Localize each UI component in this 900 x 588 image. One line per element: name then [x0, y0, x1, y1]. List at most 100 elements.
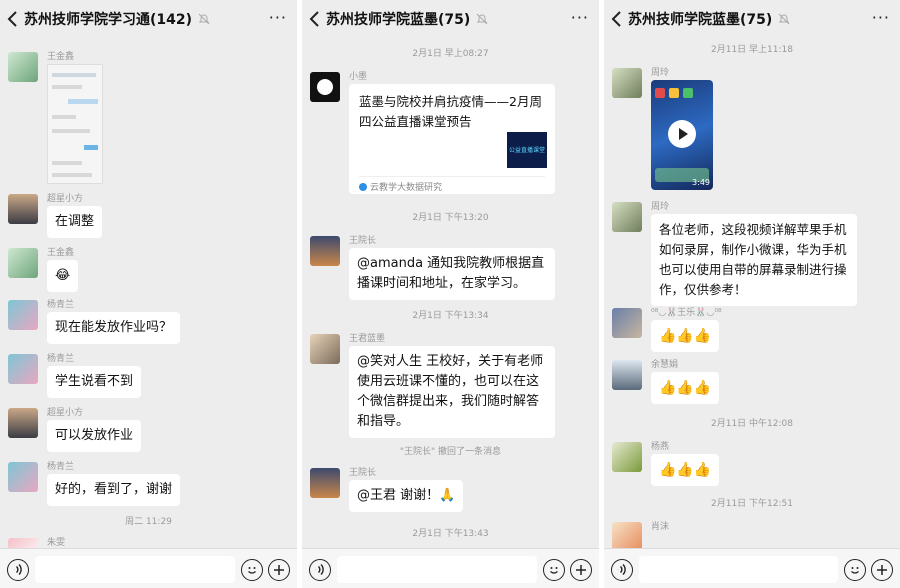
input-bar [604, 548, 900, 588]
link-thumbnail: 公益直播课堂 [507, 132, 547, 168]
message-bubble[interactable]: @amanda 通知我院教师根据直播课时间和地址，在家学习。 [349, 248, 555, 300]
avatar[interactable] [8, 538, 38, 548]
video-message[interactable]: 3:49 [651, 80, 713, 190]
chat-title: 苏州技师学院蓝墨(75) [326, 12, 471, 28]
sender-name: 周玲 [651, 68, 670, 78]
avatar[interactable] [612, 308, 642, 338]
thumbnail-text: 公益直播课堂 [509, 147, 546, 154]
plus-icon[interactable] [268, 559, 290, 581]
mute-bell-icon [198, 13, 210, 25]
video-duration: 3:49 [692, 178, 710, 187]
sender-name: 杨燕 [651, 442, 670, 452]
emoji-icon[interactable] [241, 559, 263, 581]
avatar[interactable] [8, 248, 38, 278]
avatar[interactable] [612, 202, 642, 232]
message-bubble[interactable]: 可以发放作业 [47, 420, 142, 452]
link-title: 蓝墨与院校并肩抗疫情——2月周四公益直播课堂预告 [359, 94, 542, 129]
avatar[interactable] [310, 236, 340, 266]
recall-notice: "王院长" 撤回了一条消息 [399, 447, 502, 457]
voice-icon[interactable] [309, 559, 331, 581]
timestamp: 周二 11:29 [125, 517, 172, 527]
message-bubble[interactable]: @笑对人生 王校好，关于有老师使用云班课不懂的，也可以在这个微信群提出来，我们随… [349, 346, 555, 438]
sender-name: 周玲 [651, 202, 670, 212]
sender-name: 王金鑫 [47, 248, 75, 258]
avatar[interactable] [612, 360, 642, 390]
back-icon[interactable] [0, 0, 24, 38]
mute-bell-icon [778, 13, 790, 25]
avatar[interactable] [612, 522, 642, 548]
chat-header: 苏州技师学院学习通(142) [0, 0, 297, 38]
chat-title: 苏州技师学院学习通(142) [24, 12, 193, 28]
back-icon[interactable] [604, 0, 628, 38]
more-options-icon[interactable]: ··· [872, 10, 890, 26]
message-bubble[interactable]: 👍👍👍 [651, 454, 720, 486]
source-logo-icon [359, 183, 367, 191]
voice-icon[interactable] [7, 559, 29, 581]
back-icon[interactable] [302, 0, 326, 38]
link-source-name: 云教学大数据研究 [370, 183, 443, 193]
emoji-icon[interactable] [844, 559, 866, 581]
chat-header: 苏州技师学院蓝墨(75) [604, 0, 900, 38]
avatar[interactable] [8, 194, 38, 224]
avatar[interactable] [612, 68, 642, 98]
play-icon[interactable] [668, 120, 696, 148]
avatar[interactable] [8, 354, 38, 384]
timestamp: 2月11日 早上11:18 [711, 45, 793, 55]
sender-name: 王金鑫 [47, 52, 75, 62]
more-options-icon[interactable]: ··· [571, 10, 589, 26]
chat-header: 苏州技师学院蓝墨(75) [302, 0, 599, 38]
plus-icon[interactable] [570, 559, 592, 581]
sender-name: ⁰⁸◡🐰王乐🐰◡⁰⁸ [651, 308, 722, 318]
avatar[interactable] [8, 300, 38, 330]
message-bubble[interactable]: 😂 [47, 260, 79, 292]
avatar[interactable] [310, 468, 340, 498]
sender-name: 余慧娟 [651, 360, 679, 370]
link-card[interactable]: 蓝墨与院校并肩抗疫情——2月周四公益直播课堂预告 公益直播课堂 云教学大数据研究 [349, 84, 555, 194]
more-options-icon[interactable]: ··· [269, 10, 287, 26]
voice-icon[interactable] [611, 559, 633, 581]
sender-name: 杨青兰 [47, 300, 75, 310]
sender-name: 杨青兰 [47, 462, 75, 472]
input-bar [0, 548, 297, 588]
avatar[interactable] [8, 408, 38, 438]
plus-icon[interactable] [871, 559, 893, 581]
sender-name: 王院长 [349, 236, 377, 246]
timestamp: 2月1日 下午13:34 [412, 311, 489, 321]
message-bubble[interactable]: 👍👍👍 [651, 320, 720, 352]
message-input[interactable] [35, 556, 235, 583]
avatar[interactable] [612, 442, 642, 472]
message-bubble[interactable]: 各位老师，这段视频详解苹果手机如何录屏，制作小微课，华为手机也可以使用自带的屏幕… [651, 214, 857, 306]
message-bubble[interactable]: 好的，看到了，谢谢 [47, 474, 181, 506]
message-bubble[interactable]: 在调整 [47, 206, 103, 238]
screenshot-collage: 苏州技师学院学习通(142) ··· 王金鑫 超星小方 在调整 王金鑫 😂 杨青… [0, 0, 900, 588]
avatar[interactable] [8, 52, 38, 82]
timestamp: 2月11日 中午12:08 [711, 419, 793, 429]
timestamp: 2月1日 下午13:43 [412, 529, 489, 539]
sender-name: 朱雯 [47, 538, 66, 548]
mute-bell-icon [476, 13, 488, 25]
link-source: 云教学大数据研究 [359, 176, 545, 193]
avatar[interactable] [310, 334, 340, 364]
sender-name: 王君蓝墨 [349, 334, 386, 344]
message-list[interactable]: 王金鑫 超星小方 在调整 王金鑫 😂 杨青兰 现在能发放作业吗？ 杨青兰 学生说… [0, 38, 297, 548]
message-list[interactable]: 2月11日 早上11:18 周玲 3:49 周玲 各位老师，这段视频详解苹果手机… [604, 38, 900, 548]
screenshot-image-message[interactable] [47, 64, 103, 184]
message-input[interactable] [639, 556, 838, 583]
avatar[interactable] [8, 462, 38, 492]
timestamp: 2月1日 早上08:27 [412, 49, 489, 59]
message-bubble[interactable]: 👍👍👍 [651, 372, 720, 404]
message-input[interactable] [337, 556, 537, 583]
sender-name: 超星小方 [47, 194, 84, 204]
timestamp: 2月1日 下午13:20 [412, 213, 489, 223]
sender-name: 小墨 [349, 72, 368, 82]
sender-name: 肖沫 [651, 522, 670, 532]
chat-title: 苏州技师学院蓝墨(75) [628, 12, 773, 28]
avatar[interactable] [310, 72, 340, 102]
chat-panel-3: 苏州技师学院蓝墨(75) ··· 2月11日 早上11:18 周玲 3:49 周… [604, 0, 900, 588]
chat-panel-1: 苏州技师学院学习通(142) ··· 王金鑫 超星小方 在调整 王金鑫 😂 杨青… [0, 0, 297, 588]
message-list[interactable]: 2月1日 早上08:27 小墨 蓝墨与院校并肩抗疫情——2月周四公益直播课堂预告… [302, 38, 599, 548]
emoji-icon[interactable] [543, 559, 565, 581]
message-bubble[interactable]: 现在能发放作业吗？ [47, 312, 181, 344]
message-bubble[interactable]: @王君 谢谢！🙏 [349, 480, 464, 512]
message-bubble[interactable]: 学生说看不到 [47, 366, 142, 398]
